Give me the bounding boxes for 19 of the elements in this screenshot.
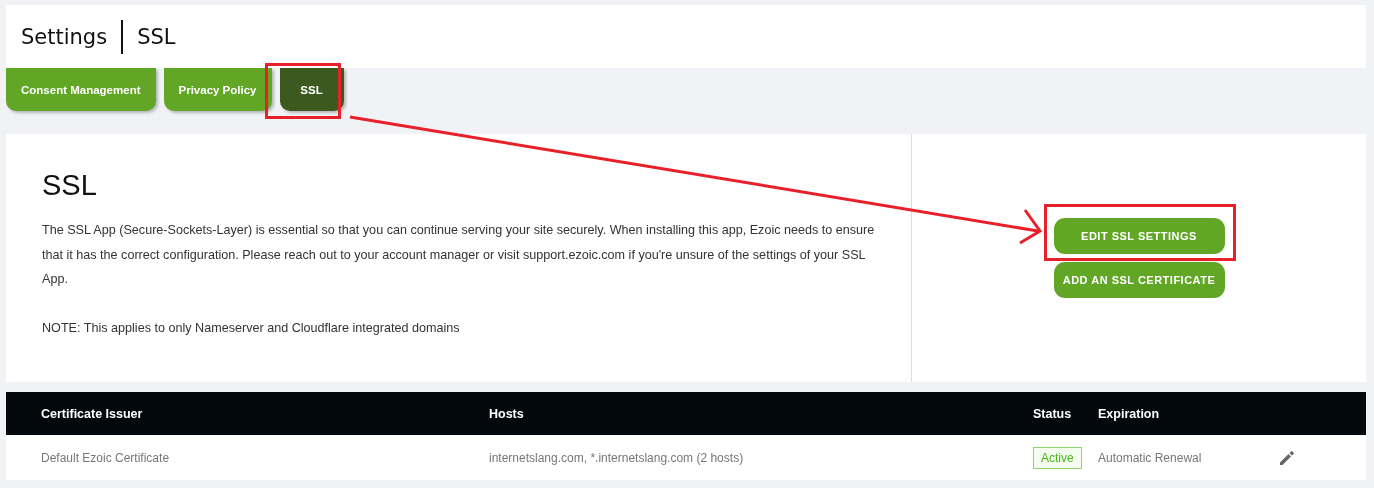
- note-text: NOTE: This applies to only Nameserver and Cloudflare integrated domains: [42, 319, 461, 337]
- column-header: Expiration: [1098, 406, 1161, 421]
- page-title: Settings: [21, 24, 108, 49]
- edit-settings-button[interactable]: EDIT SSL SETTINGS: [1053, 218, 1225, 254]
- column-header: Status: [1032, 406, 1073, 421]
- edit-icon[interactable]: [1278, 448, 1296, 467]
- description-text: The SSL App (Secure-Sockets-Layer) is essential so that you can continue serving your site securely. When installing this app, Ezoic needs to ensure that it has the correct configuration. Please reach out to your account manager or visit support.ezoic.com if you're unsure of the settings of your SSL App.: [42, 222, 876, 288]
- table-cell-text: internetslang.com, *.internetslang.com (2 hosts): [488, 450, 745, 465]
- table-cell-text: Automatic Renewal: [1098, 450, 1203, 465]
- column-header: Certificate Issuer: [40, 406, 144, 421]
- add-certificate-button[interactable]: ADD AN SSL CERTIFICATE: [1053, 262, 1225, 298]
- status-badge: Active: [1033, 446, 1082, 469]
- section-heading: SSL: [42, 169, 98, 202]
- column-header: Hosts: [488, 406, 525, 421]
- page-subtitle: SSL: [137, 24, 176, 49]
- table-cell-text: Default Ezoic Certificate: [40, 450, 171, 465]
- tab[interactable]: Privacy Policy: [163, 68, 272, 111]
- tab[interactable]: SSL: [279, 68, 344, 111]
- tab[interactable]: Consent Management: [6, 68, 156, 111]
